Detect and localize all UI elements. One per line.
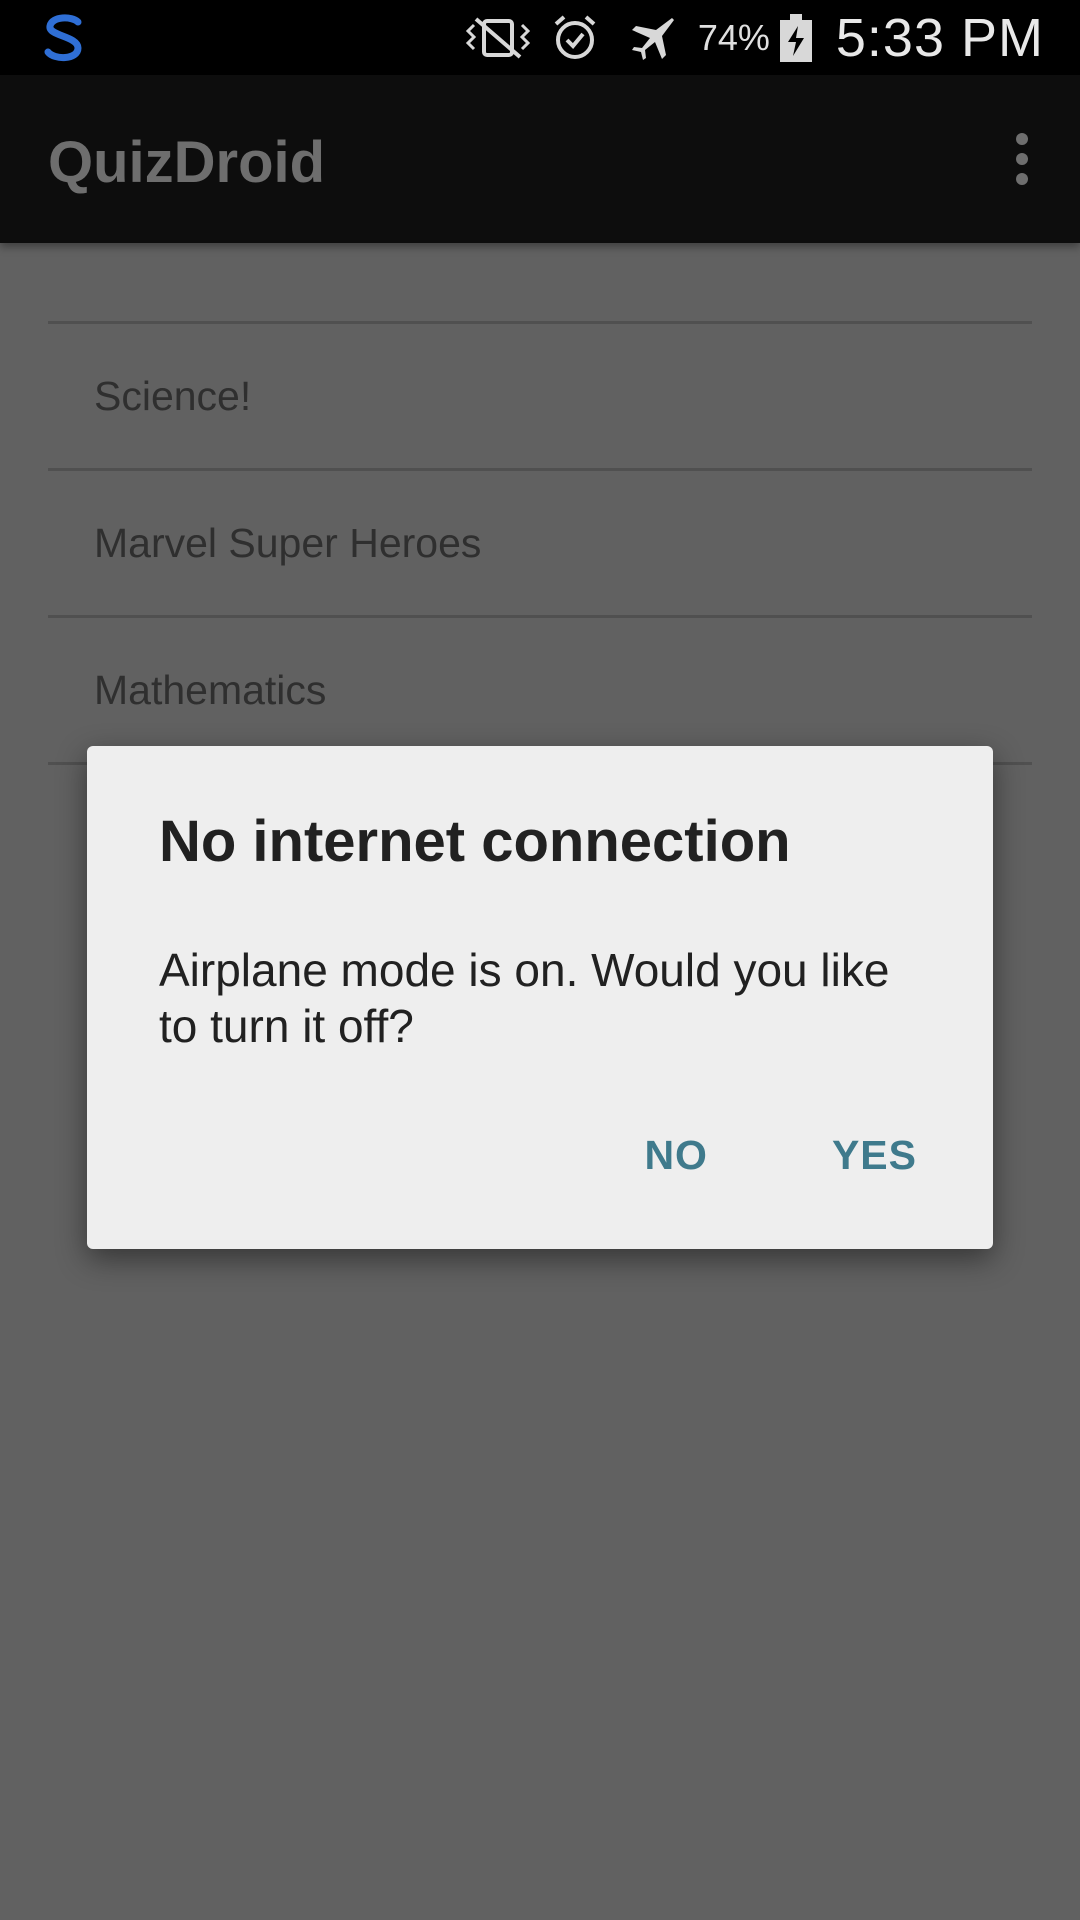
alarm-icon (552, 14, 598, 62)
dialog-actions: NO YES (540, 1120, 937, 1191)
battery-charging-icon (778, 12, 814, 64)
swype-s-icon (44, 14, 82, 61)
no-internet-dialog: No internet connection Airplane mode is … (87, 746, 993, 1249)
list-item-marvel[interactable]: Marvel Super Heroes (48, 471, 1032, 618)
clock: 5:33 PM (835, 7, 1044, 68)
overflow-dot (1016, 133, 1028, 145)
list-item-science[interactable]: Science! (48, 324, 1032, 471)
list-item-mathematics[interactable]: Mathematics (48, 618, 1032, 765)
airplane-icon (628, 14, 676, 62)
screen: 74% 5:33 PM QuizDroid Science! Marvel Su… (0, 0, 1080, 1920)
yes-button[interactable]: YES (812, 1120, 937, 1191)
overflow-dot (1016, 153, 1028, 165)
overflow-menu-icon[interactable] (994, 123, 1050, 195)
dialog-title: No internet connection (159, 809, 791, 874)
no-button[interactable]: NO (624, 1120, 728, 1191)
list-item-label: Mathematics (94, 666, 327, 713)
status-icons: 74% 5:33 PM (444, 0, 1044, 75)
app-bar: QuizDroid (0, 75, 1080, 243)
battery-percent: 74% (697, 16, 770, 58)
overflow-dot (1016, 173, 1028, 185)
status-bar: 74% 5:33 PM (0, 0, 1080, 75)
topic-list: Science! Marvel Super Heroes Mathematics (48, 321, 1032, 765)
list-item-label: Marvel Super Heroes (94, 519, 482, 566)
app-title: QuizDroid (48, 130, 326, 195)
vibrate-off-icon (462, 15, 534, 61)
list-item-label: Science! (94, 372, 252, 419)
dialog-message: Airplane mode is on. Would you like to t… (159, 944, 890, 1052)
